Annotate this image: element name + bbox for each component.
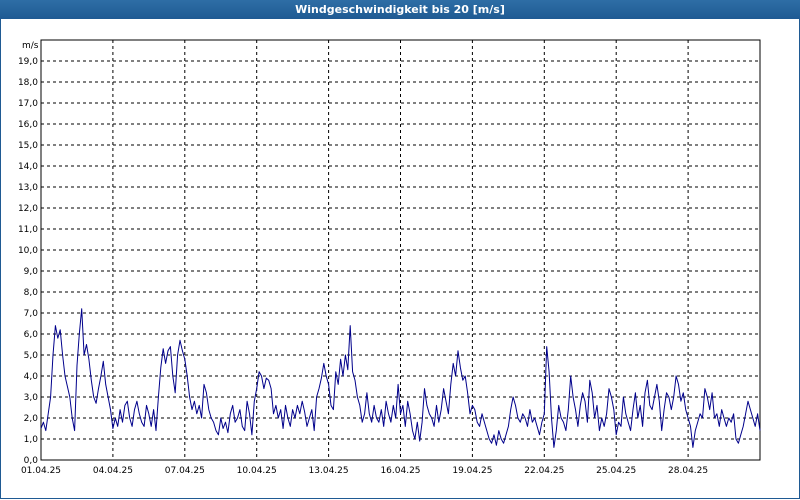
y-tick-label: 2,0 <box>24 414 39 424</box>
x-tick-label: 25.04.25 <box>596 466 636 476</box>
x-tick-label: 01.04.25 <box>21 466 61 476</box>
y-tick-label: 10,0 <box>18 246 38 256</box>
y-tick-label: 4,0 <box>24 372 39 382</box>
x-tick-label: 22.04.25 <box>524 466 564 476</box>
x-tick-label: 04.04.25 <box>93 466 133 476</box>
x-tick-label: 16.04.25 <box>380 466 420 476</box>
y-axis-tick-labels: 0,0 1,0 2,0 3,0 4,0 5,0 6,0 7,0 8,0 9,0 10,0 11,0 12… <box>18 57 38 466</box>
x-tick-label: 28.04.25 <box>668 466 708 476</box>
y-tick-label: 17,0 <box>18 99 38 109</box>
y-tick-label: 3,0 <box>24 393 39 403</box>
y-tick-label: 18,0 <box>18 78 38 88</box>
y-tick-label: 13,0 <box>18 183 38 193</box>
y-tick-label: 5,0 <box>24 351 39 361</box>
x-axis-tick-labels: 01.04.25 04.04.25 07.04.25 10.04.25 13.04.25… <box>21 466 708 476</box>
wind-speed-chart: m/s 0,0 1,0 2,0 3,0 4,0 5,0 6,0 7,0 8,0 9,0 10,0 11… <box>18 39 761 476</box>
y-tick-label: 11,0 <box>18 225 38 235</box>
y-tick-label: 9,0 <box>24 267 39 277</box>
x-tick-label: 10.04.25 <box>237 466 277 476</box>
y-tick-label: 6,0 <box>24 330 39 340</box>
y-tick-label: 14,0 <box>18 162 38 172</box>
y-tick-label: 15,0 <box>18 141 38 151</box>
y-axis-unit-label: m/s <box>22 41 39 51</box>
y-tick-label: 1,0 <box>24 435 39 445</box>
x-tick-label: 07.04.25 <box>165 466 205 476</box>
y-tick-label: 12,0 <box>18 204 38 214</box>
y-tick-label: 7,0 <box>24 309 39 319</box>
y-tick-label: 16,0 <box>18 120 38 130</box>
y-tick-label: 0,0 <box>24 456 39 466</box>
y-tick-label: 19,0 <box>18 57 38 67</box>
grid-lines <box>41 40 760 460</box>
x-tick-label: 19.04.25 <box>452 466 492 476</box>
x-tick-label: 13.04.25 <box>309 466 349 476</box>
y-tick-label: 8,0 <box>24 288 39 298</box>
